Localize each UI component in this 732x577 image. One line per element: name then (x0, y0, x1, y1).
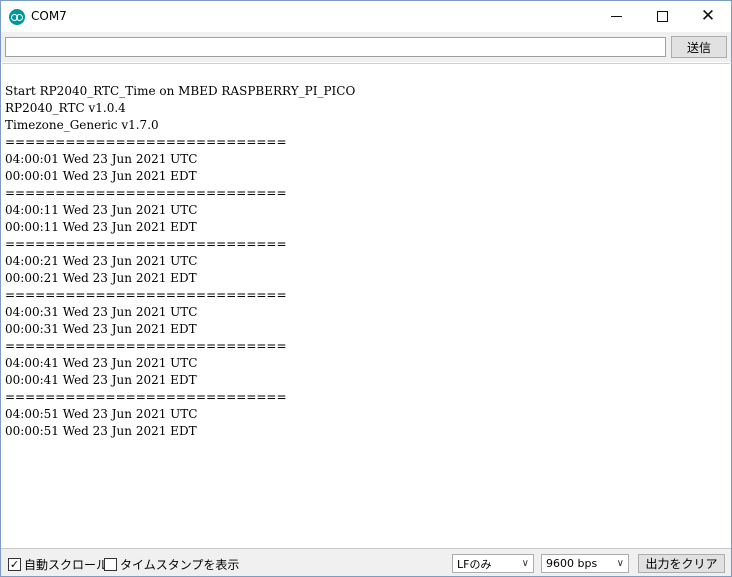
output-line: 04:00:41 Wed 23 Jun 2021 UTC (5, 356, 198, 370)
output-line: ============================ (5, 237, 287, 251)
autoscroll-label: 自動スクロール (24, 558, 109, 572)
output-line: 00:00:31 Wed 23 Jun 2021 EDT (5, 322, 197, 336)
minimize-button[interactable] (593, 1, 639, 32)
serial-output[interactable]: Start RP2040_RTC_Time on MBED RASPBERRY_… (2, 63, 730, 547)
timestamp-label: タイムスタンプを表示 (120, 558, 240, 572)
chevron-down-icon: ∨ (521, 558, 529, 569)
output-line: 04:00:31 Wed 23 Jun 2021 UTC (5, 305, 198, 319)
output-line: 00:00:11 Wed 23 Jun 2021 EDT (5, 220, 197, 234)
output-line: RP2040_RTC v1.0.4 (5, 101, 126, 115)
arduino-icon (9, 9, 25, 25)
footer-bar: ✓ 自動スクロール タイムスタンプを表示 LFのみ ∨ 9600 bps ∨ 出… (1, 548, 731, 576)
timestamp-checkbox[interactable]: タイムスタンプを表示 (104, 556, 239, 573)
close-icon: ✕ (700, 6, 716, 26)
checkbox-empty-icon (104, 558, 117, 571)
title-bar[interactable]: COM7 ✕ (1, 1, 731, 32)
serial-monitor-window: COM7 ✕ 送信 Start RP2040_RTC_Time on MBED … (0, 0, 732, 577)
output-line: Start RP2040_RTC_Time on MBED RASPBERRY_… (5, 84, 356, 98)
baud-rate-value: 9600 bps (546, 557, 598, 570)
output-line: 04:00:11 Wed 23 Jun 2021 UTC (5, 203, 198, 217)
output-line: ============================ (5, 135, 287, 149)
output-line: ============================ (5, 186, 287, 200)
baud-rate-select[interactable]: 9600 bps ∨ (541, 554, 629, 573)
output-line: 04:00:51 Wed 23 Jun 2021 UTC (5, 407, 198, 421)
output-line: ============================ (5, 339, 287, 353)
line-ending-select[interactable]: LFのみ ∨ (452, 554, 534, 573)
maximize-button[interactable] (639, 1, 685, 32)
output-line: 00:00:01 Wed 23 Jun 2021 EDT (5, 169, 197, 183)
minimize-icon (610, 16, 622, 17)
output-line: 04:00:01 Wed 23 Jun 2021 UTC (5, 152, 198, 166)
autoscroll-checkbox[interactable]: ✓ 自動スクロール (8, 556, 108, 573)
output-line: ============================ (5, 390, 287, 404)
send-button[interactable]: 送信 (671, 36, 727, 58)
chevron-down-icon: ∨ (616, 558, 624, 569)
output-line: Timezone_Generic v1.7.0 (5, 118, 159, 132)
output-line: 00:00:21 Wed 23 Jun 2021 EDT (5, 271, 197, 285)
output-line: 00:00:41 Wed 23 Jun 2021 EDT (5, 373, 197, 387)
clear-output-button[interactable]: 出力をクリア (638, 554, 725, 573)
send-row: 送信 (1, 32, 731, 62)
output-line: ============================ (5, 288, 287, 302)
window-title: COM7 (31, 9, 67, 23)
line-ending-value: LFのみ (457, 557, 492, 571)
output-line: 04:00:21 Wed 23 Jun 2021 UTC (5, 254, 198, 268)
checkmark-icon: ✓ (8, 558, 21, 571)
maximize-icon (656, 11, 668, 22)
close-button[interactable]: ✕ (685, 1, 731, 32)
send-input[interactable] (5, 37, 666, 57)
output-line: 00:00:51 Wed 23 Jun 2021 EDT (5, 424, 197, 438)
